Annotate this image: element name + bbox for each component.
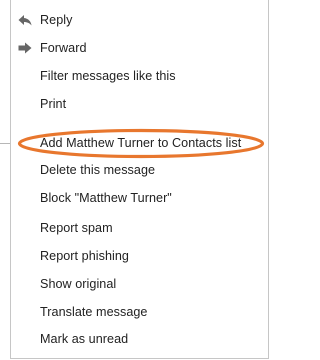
menu-item-translate-message[interactable]: Translate message [11, 297, 268, 327]
menu-item-label: Mark as unread [40, 332, 129, 346]
menu-item-label: Add Matthew Turner to Contacts list [40, 136, 242, 150]
menu-item-label: Reply [40, 13, 73, 27]
menu-item-forward[interactable]: Forward [11, 33, 268, 63]
menu-item-delete-message[interactable]: Delete this message [11, 155, 268, 185]
menu-item-show-original[interactable]: Show original [11, 269, 268, 299]
menu-item-label: Delete this message [40, 163, 156, 177]
forward-icon [18, 42, 32, 54]
menu-item-filter-messages[interactable]: Filter messages like this [11, 61, 268, 91]
menu-item-label: Block "Matthew Turner" [40, 191, 172, 205]
menu-item-label: Forward [40, 41, 87, 55]
menu-item-reply[interactable]: Reply [11, 5, 268, 35]
reply-icon [18, 15, 32, 26]
menu-item-mark-as-unread[interactable]: Mark as unread [11, 324, 268, 354]
menu-item-label: Show original [40, 277, 117, 291]
menu-item-print[interactable]: Print [11, 89, 268, 119]
menu-item-label: Filter messages like this [40, 69, 176, 83]
menu-item-block-sender[interactable]: Block "Matthew Turner" [11, 183, 268, 213]
menu-item-report-spam[interactable]: Report spam [11, 213, 268, 243]
message-actions-menu: Reply Forward Filter messages like this … [10, 0, 269, 359]
menu-item-report-phishing[interactable]: Report phishing [11, 241, 268, 271]
menu-item-label: Report spam [40, 221, 113, 235]
menu-item-label: Translate message [40, 305, 148, 319]
menu-item-add-to-contacts[interactable]: Add Matthew Turner to Contacts list [11, 128, 268, 158]
menu-item-label: Report phishing [40, 249, 129, 263]
menu-item-label: Print [40, 97, 67, 111]
